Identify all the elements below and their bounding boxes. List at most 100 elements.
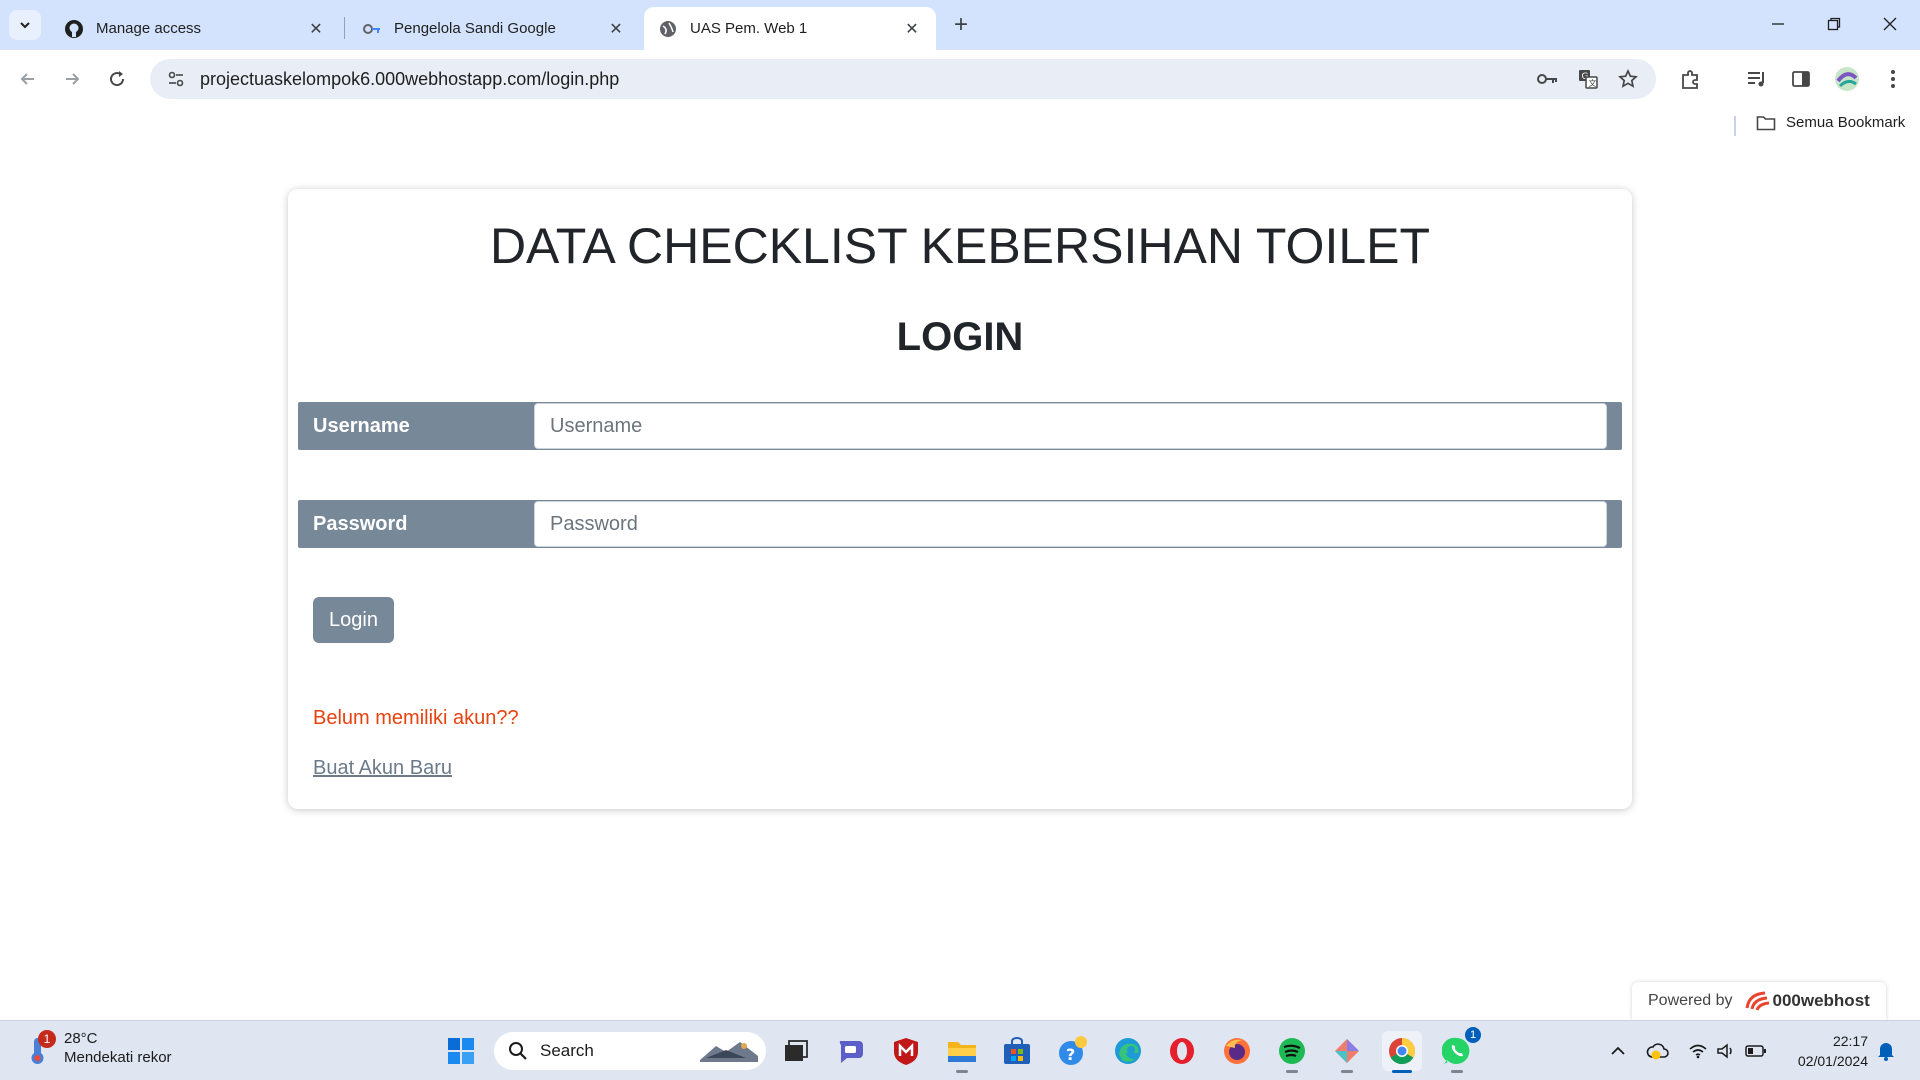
media-controls-button[interactable] (1741, 63, 1773, 95)
reload-button[interactable] (101, 63, 133, 95)
battery-icon (1745, 1045, 1766, 1057)
music-queue-icon (1748, 72, 1764, 87)
password-input[interactable] (534, 501, 1607, 547)
password-key-icon (362, 19, 382, 39)
firefox-app[interactable] (1217, 1031, 1257, 1071)
forward-button[interactable] (56, 63, 88, 95)
wifi-tray[interactable] (1686, 1039, 1710, 1063)
windows-taskbar: 1 28°C Mendekati rekor Search ? 1 22:17 … (0, 1020, 1920, 1080)
side-panel-button[interactable] (1785, 63, 1817, 95)
bookmark-separator (1734, 116, 1736, 136)
show-hidden-icons[interactable] (1606, 1039, 1630, 1063)
site-settings-icon[interactable] (164, 67, 188, 91)
chrome-app[interactable] (1382, 1031, 1422, 1073)
minimize-icon (1772, 23, 1784, 25)
weather-widget[interactable]: 1 28°C Mendekati rekor (24, 1029, 172, 1067)
close-tab-icon[interactable]: ✕ (606, 19, 626, 39)
tab-title: UAS Pem. Web 1 (690, 20, 808, 37)
back-button[interactable] (12, 63, 44, 95)
svg-text:文: 文 (1589, 78, 1597, 88)
side-panel-icon (1792, 71, 1810, 87)
close-icon (1883, 17, 1897, 31)
close-tab-icon[interactable]: ✕ (306, 19, 326, 39)
close-tab-icon[interactable]: ✕ (902, 19, 922, 39)
search-icon (509, 1042, 527, 1060)
tab-title: Manage access (96, 20, 202, 37)
scissors-icon (1335, 1039, 1359, 1063)
system-clock[interactable]: 22:17 02/01/2024 (1784, 1031, 1868, 1071)
teams-chat-app[interactable] (832, 1031, 872, 1071)
minimize-button[interactable] (1756, 6, 1800, 42)
page-title: DATA CHECKLIST KEBERSIHAN TOILET (489, 218, 1431, 274)
onedrive-tray[interactable] (1646, 1039, 1670, 1063)
chevron-up-icon (1611, 1046, 1625, 1055)
chevron-down-icon (20, 22, 30, 29)
volume-tray[interactable] (1714, 1039, 1738, 1063)
bookmarks-bar: Semua Bookmark (0, 108, 1920, 142)
speaker-icon (1717, 1043, 1732, 1059)
battery-tray[interactable] (1744, 1039, 1768, 1063)
help-icon: ? (1059, 1036, 1087, 1065)
password-row: Password (298, 500, 1622, 548)
opera-icon (1170, 1038, 1194, 1064)
extensions-button[interactable] (1675, 63, 1707, 95)
running-indicator (1286, 1070, 1298, 1073)
wifi-icon (1689, 1044, 1707, 1059)
password-key-icon[interactable] (1530, 61, 1566, 97)
opera-browser-app[interactable] (1162, 1031, 1202, 1071)
weather-desc: Mendekati rekor (64, 1049, 172, 1066)
tab-manage-access[interactable]: Manage access ✕ (50, 7, 340, 50)
thermometer-icon: 1 (24, 1030, 56, 1066)
edge-icon (1115, 1038, 1141, 1064)
url-text[interactable]: projectuaskelompok6.000webhostapp.com/lo… (200, 69, 1530, 90)
restore-button[interactable] (1812, 6, 1856, 42)
notifications-tray[interactable] (1874, 1039, 1898, 1063)
new-tab-button[interactable]: + (948, 11, 974, 38)
task-view-button[interactable] (776, 1031, 816, 1071)
profile-avatar-button[interactable] (1831, 63, 1863, 95)
mcafee-app[interactable] (886, 1031, 926, 1071)
help-app[interactable]: ? (1053, 1031, 1093, 1071)
username-input[interactable] (534, 403, 1607, 449)
address-bar[interactable]: projectuaskelompok6.000webhostapp.com/lo… (150, 59, 1656, 99)
all-bookmarks-button[interactable]: Semua Bookmark (1756, 114, 1905, 131)
taskbar-search[interactable]: Search (494, 1032, 766, 1070)
spotify-icon (1279, 1038, 1305, 1064)
spotify-app[interactable] (1272, 1031, 1312, 1073)
powered-by-badge[interactable]: Powered by 000webhost (1632, 982, 1886, 1020)
tab-password-manager[interactable]: Pengelola Sandi Google ✕ (348, 7, 640, 50)
mcafee-shield-icon (894, 1038, 918, 1065)
microsoft-store-app[interactable] (997, 1031, 1037, 1071)
file-explorer-app[interactable] (942, 1031, 982, 1073)
clock-time: 22:17 (1832, 1033, 1868, 1049)
running-indicator (956, 1070, 968, 1073)
arrow-right-icon (66, 73, 80, 85)
puzzle-icon (1682, 70, 1698, 89)
whatsapp-app[interactable]: 1 (1437, 1027, 1481, 1073)
tab-strip: Manage access ✕ Pengelola Sandi Google ✕… (0, 0, 1920, 50)
snipping-tool-app[interactable] (1327, 1031, 1367, 1073)
restore-icon (1827, 17, 1841, 31)
browser-menu-button[interactable] (1877, 63, 1909, 95)
globe-icon (658, 19, 678, 39)
login-button[interactable]: Login (313, 597, 394, 643)
webhost-logo: 000webhost (1743, 990, 1870, 1012)
login-heading: LOGIN (896, 315, 1024, 359)
start-button[interactable] (441, 1031, 481, 1071)
edge-browser-app[interactable] (1108, 1031, 1148, 1071)
no-account-text: Belum memiliki akun?? (313, 707, 519, 729)
all-bookmarks-label: Semua Bookmark (1786, 114, 1906, 131)
whatsapp-badge: 1 (1465, 1027, 1481, 1043)
browser-toolbar: projectuaskelompok6.000webhostapp.com/lo… (0, 50, 1920, 108)
password-label: Password (313, 513, 408, 535)
register-link[interactable]: Buat Akun Baru (313, 757, 452, 780)
tab-search-button[interactable] (9, 10, 41, 40)
tab-separator (344, 17, 345, 39)
tab-uas-pem-web[interactable]: UAS Pem. Web 1 ✕ (644, 7, 936, 50)
login-card: DATA CHECKLIST KEBERSIHAN TOILET LOGIN U… (288, 189, 1632, 809)
weather-temp: 28°C (64, 1030, 98, 1047)
bookmark-star-icon[interactable] (1610, 61, 1646, 97)
translate-icon[interactable]: G文 (1570, 61, 1606, 97)
chat-icon (839, 1041, 863, 1063)
close-window-button[interactable] (1868, 6, 1912, 42)
